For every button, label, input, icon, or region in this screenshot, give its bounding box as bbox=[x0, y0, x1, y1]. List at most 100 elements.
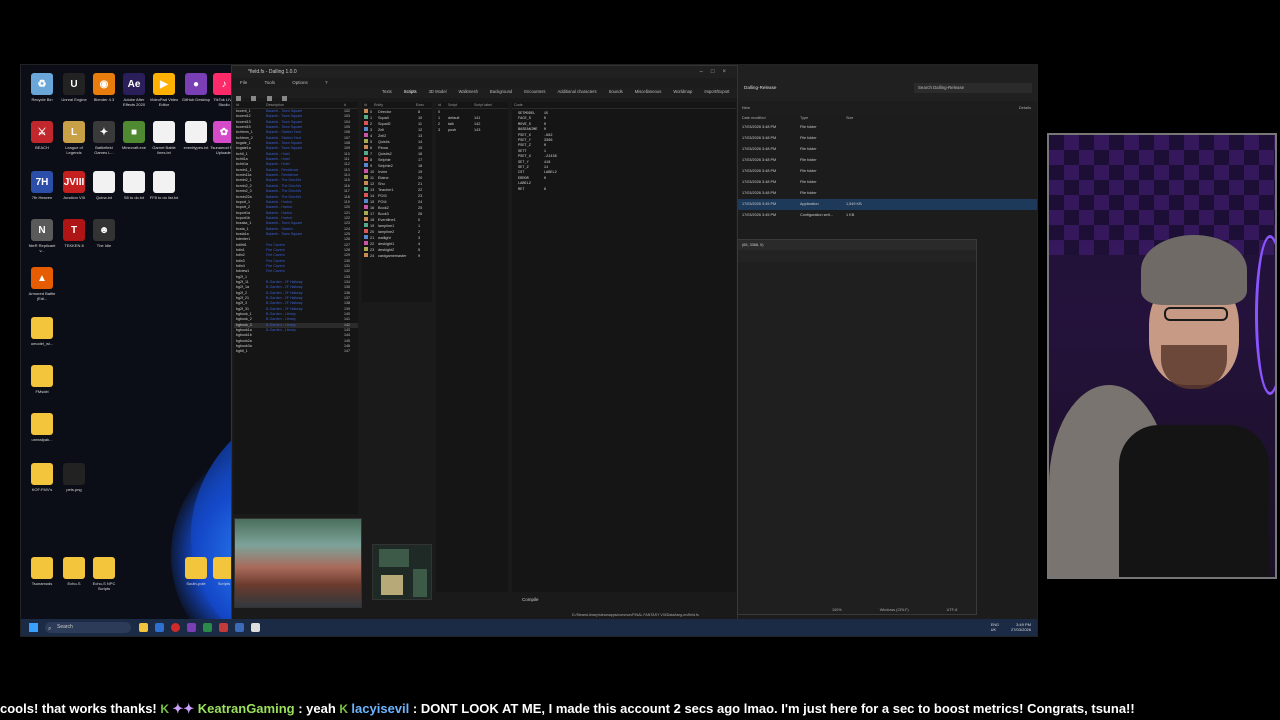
compile-button[interactable]: Compile bbox=[522, 597, 539, 602]
obs-icon[interactable] bbox=[171, 623, 180, 632]
desktop-icon[interactable]: Quina.txt bbox=[89, 171, 119, 200]
tab-additional-characters[interactable]: Additional characters bbox=[557, 89, 596, 94]
file-list[interactable]: 17/03/2026 3:48 PM File folder 17/03/2026 … bbox=[738, 122, 1037, 221]
field-list[interactable]: Id Description # bccent_1 Balamb - Town Squ… bbox=[234, 102, 358, 514]
desktop-icon[interactable]: JVIII Junction VIII bbox=[59, 171, 89, 200]
file-row[interactable]: 17/03/2026 3:48 PM File folder bbox=[738, 188, 1037, 199]
refresh-icon[interactable] bbox=[282, 96, 288, 101]
tab-scripts[interactable]: Scripts bbox=[404, 89, 417, 94]
desktop-icon[interactable]: ▶ VideoPad Video Editor bbox=[149, 73, 179, 107]
desktop-icon[interactable]: Tsunamods bbox=[27, 557, 57, 586]
app-icon[interactable] bbox=[203, 623, 212, 632]
desktop-icon[interactable]: eventtypes.txt bbox=[181, 121, 211, 150]
field-cell: 115 bbox=[344, 178, 350, 183]
menu-file[interactable]: File bbox=[240, 80, 247, 85]
script-row[interactable]: 3 push 143 bbox=[436, 127, 508, 133]
desktop-icon[interactable]: FF8 to do list.txt bbox=[149, 171, 179, 200]
file-row[interactable]: 17/03/2026 3:45 PM Configuration sett... 1… bbox=[738, 210, 1037, 221]
file-row[interactable]: 17/03/2026 3:48 PM File folder bbox=[738, 166, 1037, 177]
discord-icon[interactable] bbox=[187, 623, 196, 632]
tab-sounds[interactable]: Sounds bbox=[609, 89, 623, 94]
desktop-icon[interactable]: umodel_wi... bbox=[27, 317, 57, 346]
file-row[interactable]: 17/03/2026 3:48 PM File folder bbox=[738, 122, 1037, 133]
file-explorer-icon[interactable] bbox=[139, 623, 148, 632]
save-icon[interactable] bbox=[266, 96, 272, 101]
walkmesh-preview bbox=[372, 544, 432, 600]
menu-help[interactable]: ? bbox=[325, 80, 328, 85]
language-indicator[interactable]: ENG UK bbox=[991, 623, 999, 632]
clock[interactable]: 3:49 PM 27/03/2026 bbox=[1011, 622, 1031, 632]
app4-icon[interactable] bbox=[251, 623, 260, 632]
field-cell: 147 bbox=[344, 349, 350, 354]
search-input[interactable]: Search Dalling-Release bbox=[914, 83, 1032, 93]
breadcrumb[interactable]: Dalling-Release bbox=[744, 85, 776, 90]
desktop-icon[interactable]: KOF:FMV's bbox=[27, 463, 57, 492]
dalling-titlebar[interactable]: *field.fs - Dalling 1.0.0 –□× bbox=[232, 66, 738, 78]
desktop-icon[interactable]: 7H 7th Heaven bbox=[27, 171, 57, 200]
desktop-icon[interactable]: ♻ Recycle Bin bbox=[27, 73, 57, 102]
browser-icon[interactable] bbox=[155, 623, 164, 632]
desktop-icon[interactable]: ⚔ BEACH bbox=[27, 121, 57, 150]
desktop-icon[interactable]: South-pole bbox=[181, 557, 211, 586]
file-row[interactable]: 17/03/2026 3:48 PM File folder bbox=[738, 155, 1037, 166]
entity-row[interactable]: 24 cardgamemaster 9 bbox=[362, 253, 432, 259]
desktop-icon[interactable]: ◉ Blender 4.3 bbox=[89, 73, 119, 102]
entity-list[interactable]: Id Entity Exec 0 Director 8 1 Squall 10 2 Squall2… bbox=[362, 102, 432, 302]
desktop-icon[interactable]: ■ Minecraft.exe bbox=[119, 121, 149, 150]
desktop-icon[interactable]: Echo-S bbox=[59, 557, 89, 586]
file-row[interactable]: 17/03/2026 3:45 PM Application 1,549 KB bbox=[738, 199, 1037, 210]
code-text[interactable]: SETMODEL 15 FACE_S 0 MOVE_S 0 BASEANIME 0 PS… bbox=[512, 109, 736, 196]
app-icon: U bbox=[63, 73, 85, 95]
tab-import-export[interactable]: Import/Export bbox=[704, 89, 729, 94]
app2-icon[interactable] bbox=[219, 623, 228, 632]
code-line: RET 8 bbox=[518, 187, 547, 192]
menu-tools[interactable]: Tools bbox=[264, 80, 275, 85]
tab-walkmesh[interactable]: Walkmesh bbox=[459, 89, 478, 94]
window-controls[interactable]: –□× bbox=[700, 66, 734, 78]
field-row[interactable]: bgbtl_1 147 bbox=[234, 349, 358, 354]
desktop-icon[interactable]: U Unreal Engine bbox=[59, 73, 89, 102]
file-cell: 1,549 KB bbox=[846, 202, 862, 206]
file-row[interactable]: 17/03/2026 3:48 PM File folder bbox=[738, 177, 1037, 188]
desktop-icon[interactable]: L League of Legends bbox=[59, 121, 89, 155]
tab-miscellaneous[interactable]: Miscellaneous bbox=[635, 89, 662, 94]
desktop-icon[interactable]: ☻ The Idle bbox=[89, 219, 119, 248]
desktop-icon[interactable]: Ae Adobe After Effects 2020 bbox=[119, 73, 149, 107]
chat-emote-icon: K bbox=[160, 702, 173, 716]
tab-background[interactable]: Background bbox=[490, 89, 512, 94]
start-button[interactable] bbox=[29, 623, 38, 632]
app3-icon[interactable] bbox=[235, 623, 244, 632]
tab-encounters[interactable]: Encounters bbox=[524, 89, 545, 94]
script-list[interactable]: Id Script Script label 0 1 default 141 2 talk 14… bbox=[436, 102, 508, 592]
file-row[interactable]: 17/03/2026 3:48 PM File folder bbox=[738, 133, 1037, 144]
field-cell: 142 bbox=[344, 322, 350, 327]
tab-3d-model[interactable]: 3D Model bbox=[429, 89, 447, 94]
desktop-icon[interactable]: T TEKKEN 8 bbox=[59, 219, 89, 248]
desktop-icon[interactable]: ✦ Battlefield Games L... bbox=[89, 121, 119, 155]
code-editor[interactable]: Code SETMODEL 15 FACE_S 0 MOVE_S 0 BASEANIM… bbox=[512, 102, 736, 592]
tab-texts[interactable]: Texts bbox=[382, 89, 392, 94]
popup-window[interactable]: (65, 3368, 0) 100% Windows (CRLF) UTF-8 bbox=[737, 239, 977, 615]
desktop-icon[interactable]: Echo-S NPC Scripts bbox=[89, 557, 119, 591]
details-button[interactable]: Details bbox=[1019, 101, 1031, 114]
desktop-icon[interactable]: unrealpak... bbox=[27, 413, 57, 442]
desktop-icon[interactable]: FMsdel bbox=[27, 365, 57, 394]
menu-options[interactable]: Options bbox=[292, 80, 308, 85]
dalling-window[interactable]: *field.fs - Dalling 1.0.0 –□× File Tools… bbox=[231, 65, 739, 621]
field-cell: 141 bbox=[344, 317, 350, 322]
new-button[interactable]: New bbox=[742, 105, 750, 110]
open-icon[interactable] bbox=[251, 96, 257, 101]
desktop-icon[interactable]: N NieR Replicant v... bbox=[27, 219, 57, 253]
desktop-icon[interactable]: pets.png bbox=[59, 463, 89, 492]
desktop-icon[interactable]: S8 to do.txt bbox=[119, 171, 149, 200]
chat-message: cools! that works thanks! bbox=[0, 701, 157, 716]
entity-cell: 15 bbox=[418, 146, 423, 150]
desktop-icon[interactable]: Garnet Battle lines.txt bbox=[149, 121, 179, 155]
field-cell: 104 bbox=[344, 119, 350, 124]
desktop-icon[interactable]: ● GitHub Desktop bbox=[181, 73, 211, 102]
desktop-icon[interactable]: ▲ Armored Battle (Edi... bbox=[27, 267, 57, 301]
tab-worldmap[interactable]: Worldmap bbox=[673, 89, 692, 94]
file-row[interactable]: 17/03/2026 3:48 PM File folder bbox=[738, 144, 1037, 155]
taskbar-search[interactable]: ⌕ Search bbox=[45, 622, 131, 633]
new-icon[interactable] bbox=[236, 96, 241, 101]
